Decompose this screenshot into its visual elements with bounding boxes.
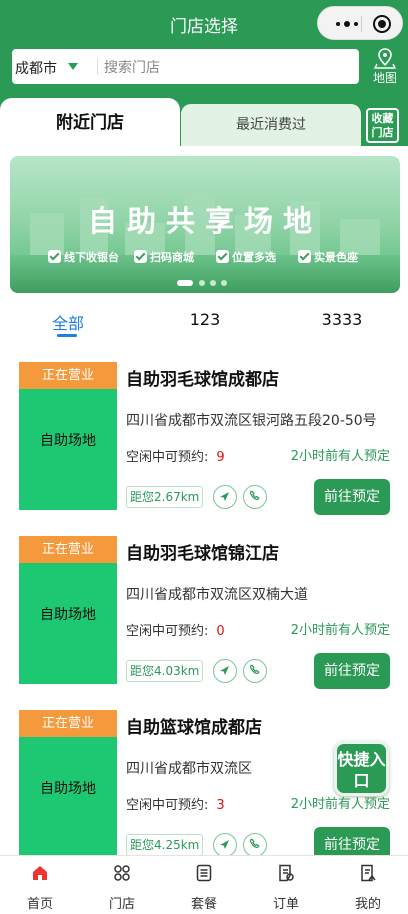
tab-profile[interactable]: 我的 — [338, 856, 398, 914]
availability: 空闲中可预约: 9 — [126, 450, 225, 465]
tab-label: 我的 — [354, 897, 381, 912]
distance-badge: 距您4.25km — [126, 834, 204, 856]
favorites-button[interactable]: 收藏门店 — [366, 108, 399, 143]
store-name: 自助篮球馆成都店 — [126, 718, 262, 738]
bottom-tab-bar: 首页 门店 套餐 订单 我的 — [0, 855, 408, 913]
banner-feature: 线下收银台 — [48, 249, 119, 265]
category-all[interactable]: 全部 — [46, 310, 90, 334]
recent-booking: 2小时前有人预定 — [290, 449, 390, 464]
store-address: 四川省成都市双流区银河路五段20-50号 — [126, 413, 377, 429]
book-button[interactable]: 前往预定 — [314, 653, 390, 689]
close-icon[interactable] — [373, 15, 391, 33]
map-pin-icon — [373, 48, 397, 69]
status-badge: 正在营业 — [19, 710, 117, 737]
tab-nearby[interactable]: 附近门店 — [0, 98, 180, 150]
header: 门店选择 成都市 搜索门店 地图 附近门店 最近消费过 收藏门店 — [0, 0, 408, 150]
check-icon — [48, 250, 61, 263]
map-label: 地图 — [372, 71, 397, 85]
tab-label: 订单 — [272, 897, 299, 912]
search-divider — [97, 58, 98, 75]
navigate-icon[interactable] — [213, 485, 237, 509]
tab-package[interactable]: 套餐 — [174, 856, 234, 914]
navigate-icon[interactable] — [213, 659, 237, 683]
search-bar: 成都市 搜索门店 — [12, 49, 359, 84]
more-icon[interactable] — [336, 21, 360, 27]
status-badge: 正在营业 — [19, 362, 117, 389]
tab-recent[interactable]: 最近消费过 — [181, 104, 361, 146]
thumbnail-label: 自助场地 — [40, 781, 96, 797]
check-icon — [134, 250, 147, 263]
banner-feature: 扫码商城 — [134, 249, 194, 265]
tab-label: 套餐 — [190, 897, 217, 912]
phone-icon[interactable] — [243, 833, 267, 857]
distance-badge: 距您2.67km — [126, 486, 204, 508]
store-card[interactable]: 正在营业 自助场地 自助羽毛球馆成都店 四川省成都市双流区银河路五段20-50号… — [0, 362, 408, 532]
tab-store[interactable]: 门店 — [92, 856, 152, 914]
available-count: 3 — [216, 798, 225, 813]
tab-order[interactable]: 订单 — [256, 856, 316, 914]
available-count: 0 — [216, 624, 225, 639]
store-address: 四川省成都市双流区双楠大道 — [126, 587, 308, 603]
check-icon — [298, 250, 311, 263]
category-123[interactable]: 123 — [180, 310, 230, 329]
store-icon — [114, 865, 130, 881]
quick-entry-button[interactable]: 快捷入口 — [334, 741, 389, 796]
distance-badge: 距您4.03km — [126, 660, 204, 682]
banner-title: 自助共享场地 — [87, 204, 322, 238]
tab-label: 门店 — [108, 897, 135, 912]
navigate-icon[interactable] — [213, 833, 237, 857]
order-icon — [279, 864, 294, 882]
capsule-divider — [361, 16, 362, 32]
thumbnail-label: 自助场地 — [40, 433, 96, 449]
category-3333[interactable]: 3333 — [314, 310, 370, 329]
banner-pagination — [177, 280, 237, 286]
promo-banner[interactable]: 自助共享场地 线下收银台 扫码商城 位置多选 实景色座 — [10, 156, 400, 293]
tab-label: 首页 — [26, 897, 53, 912]
phone-icon[interactable] — [243, 659, 267, 683]
book-button[interactable]: 前往预定 — [314, 479, 390, 515]
profile-icon — [361, 864, 376, 882]
search-input[interactable]: 搜索门店 — [104, 57, 160, 77]
available-count: 9 — [216, 450, 225, 465]
mini-program-capsule — [317, 6, 403, 40]
availability: 空闲中可预约: 0 — [126, 624, 225, 639]
city-selector[interactable]: 成都市 — [15, 58, 57, 78]
availability: 空闲中可预约: 3 — [126, 798, 225, 813]
store-name: 自助羽毛球馆成都店 — [126, 370, 279, 390]
home-icon — [33, 866, 47, 880]
chevron-down-icon[interactable] — [68, 63, 78, 70]
store-address: 四川省成都市双流区 — [126, 761, 252, 777]
store-name: 自助羽毛球馆锦江店 — [126, 544, 279, 564]
store-card[interactable]: 正在营业 自助场地 自助羽毛球馆锦江店 四川省成都市双流区双楠大道 空闲中可预约… — [0, 536, 408, 706]
banner-feature: 实景色座 — [298, 249, 358, 265]
check-icon — [216, 250, 229, 263]
category-active-indicator — [57, 334, 77, 337]
package-icon — [196, 864, 212, 882]
banner-feature: 位置多选 — [216, 249, 276, 265]
phone-icon[interactable] — [243, 485, 267, 509]
thumbnail-label: 自助场地 — [40, 607, 96, 623]
map-button[interactable]: 地图 — [367, 47, 403, 87]
tab-home[interactable]: 首页 — [10, 856, 70, 914]
recent-booking: 2小时前有人预定 — [290, 623, 390, 638]
status-badge: 正在营业 — [19, 536, 117, 563]
banner-features: 线下收银台 扫码商城 位置多选 实景色座 — [48, 249, 378, 267]
